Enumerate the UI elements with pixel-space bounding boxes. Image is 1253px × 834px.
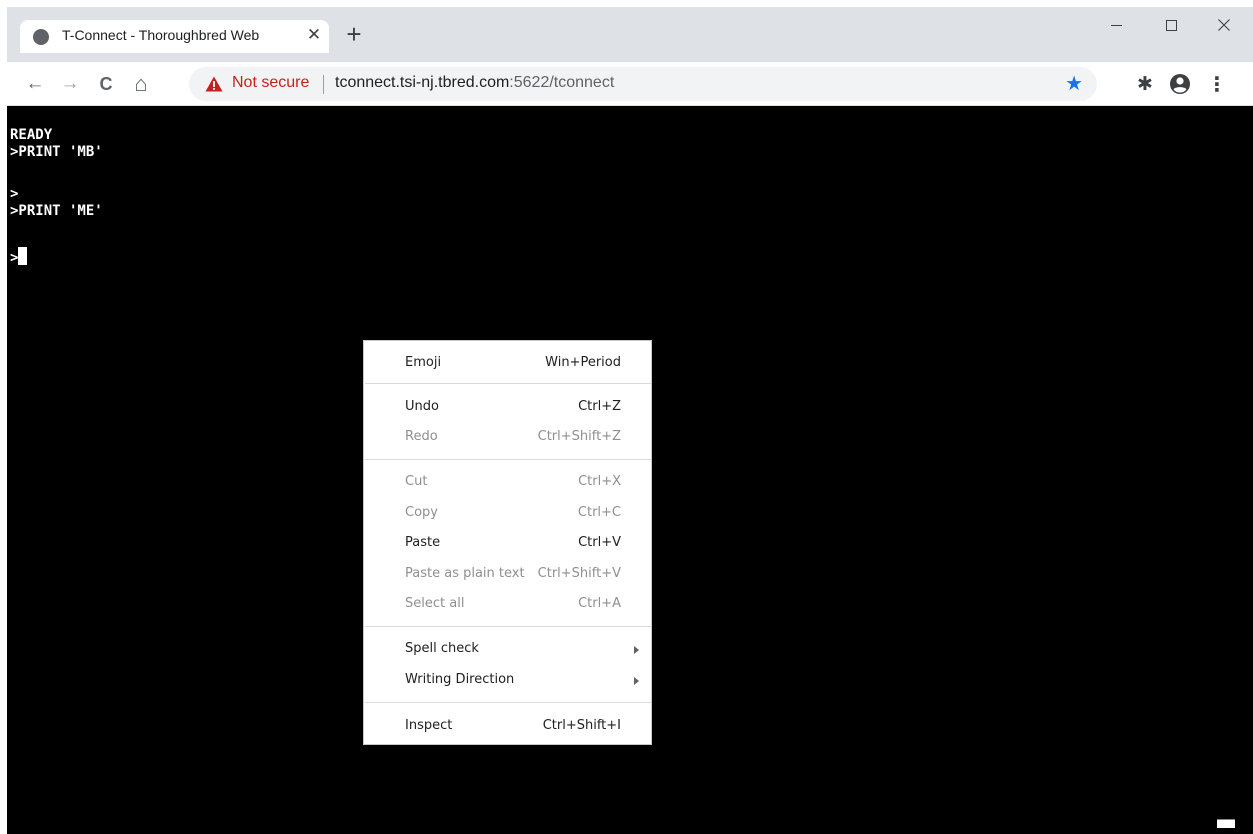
forward-button[interactable]: → [56, 70, 84, 98]
menu-item-shortcut: Ctrl+Shift+Z [537, 429, 621, 444]
new-tab-button[interactable]: + [340, 21, 368, 49]
browser-tab[interactable]: T-Connect - Thoroughbred Web ✕ [20, 20, 329, 53]
tab-strip: T-Connect - Thoroughbred Web ✕ + [7, 7, 1253, 62]
menu-item-label: Paste as plain text [405, 566, 525, 581]
url-path: :5622/tconnect [509, 74, 615, 91]
menu-item-shortcut: Ctrl+C [577, 505, 621, 520]
browser-toolbar: ← → C ⌂ Not secure tconnect.tsi-nj.tbred… [7, 62, 1253, 106]
maximize-button[interactable] [1148, 7, 1194, 43]
tab-close-icon[interactable]: ✕ [302, 23, 326, 47]
menu-item-shortcut: Ctrl+Shift+V [537, 566, 621, 581]
terminal-line: > [10, 186, 19, 202]
terminal-prompt-line: > [10, 247, 28, 266]
globe-icon [33, 29, 49, 45]
back-arrow-icon: ← [25, 73, 45, 94]
maximize-icon [1165, 19, 1177, 31]
url-host: tconnect.tsi-nj.tbred.com [335, 74, 510, 91]
profile-button[interactable] [1166, 70, 1194, 98]
menu-item-writing-direction[interactable]: Writing Direction [364, 665, 651, 695]
menu-separator [365, 626, 651, 627]
menu-item-copy[interactable]: Copy Ctrl+C [364, 498, 651, 528]
menu-item-shortcut: Ctrl+V [578, 535, 621, 550]
menu-item-label: Emoji [405, 355, 442, 370]
menu-separator [365, 383, 651, 384]
menu-item-shortcut: Win+Period [545, 355, 621, 370]
menu-item-shortcut: Ctrl+Z [578, 399, 621, 414]
url-text[interactable]: tconnect.tsi-nj.tbred.com:5622/tconnect [335, 74, 614, 92]
menu-item-paste[interactable]: Paste Ctrl+V [364, 528, 651, 558]
menu-item-redo[interactable]: Redo Ctrl+Shift+Z [364, 422, 651, 452]
keyboard-icon[interactable] [1217, 819, 1235, 828]
submenu-arrow-icon [634, 677, 639, 685]
menu-item-undo[interactable]: Undo Ctrl+Z [364, 392, 651, 422]
minimize-button[interactable] [1093, 7, 1139, 43]
submenu-arrow-icon [634, 646, 639, 654]
omnibox-separator [323, 75, 324, 94]
puzzle-piece-icon: ✱ [1137, 73, 1153, 95]
extensions-button[interactable]: ✱ [1131, 70, 1159, 98]
menu-item-label: Paste [405, 535, 441, 550]
menu-item-label: Redo [405, 429, 438, 444]
tab-title: T-Connect - Thoroughbred Web [62, 27, 260, 43]
account-circle-icon [1170, 74, 1190, 94]
menu-item-spell-check[interactable]: Spell check [364, 634, 651, 664]
kebab-menu-icon: ⋮ [1207, 73, 1227, 96]
menu-item-shortcut: Ctrl+X [578, 474, 621, 489]
home-icon: ⌂ [134, 71, 148, 96]
terminal-line: READY [10, 127, 53, 143]
terminal-prompt: > [10, 250, 19, 266]
reload-icon: C [99, 73, 113, 94]
close-icon [1218, 19, 1230, 31]
menu-item-label: Spell check [405, 641, 479, 656]
menu-item-shortcut: Ctrl+Shift+I [542, 718, 621, 733]
menu-item-inspect[interactable]: Inspect Ctrl+Shift+I [364, 711, 651, 741]
menu-item-paste-plain-text[interactable]: Paste as plain text Ctrl+Shift+V [364, 559, 651, 589]
forward-arrow-icon: → [60, 73, 80, 94]
text-cursor [18, 247, 28, 265]
reload-button[interactable]: C [92, 70, 120, 98]
terminal-line: >PRINT 'MB' [10, 144, 103, 160]
security-status-label[interactable]: Not secure [232, 74, 309, 92]
menu-item-label: Writing Direction [405, 672, 515, 687]
window-close-button[interactable] [1201, 7, 1247, 43]
address-bar[interactable]: Not secure tconnect.tsi-nj.tbred.com:562… [189, 67, 1097, 101]
menu-separator [365, 702, 651, 703]
menu-item-emoji[interactable]: Emoji Win+Period [364, 348, 651, 378]
back-button[interactable]: ← [21, 70, 49, 98]
menu-item-shortcut: Ctrl+A [578, 596, 621, 611]
menu-separator [365, 459, 651, 460]
minimize-icon [1110, 24, 1122, 26]
bookmark-star-icon[interactable]: ★ [1065, 71, 1083, 96]
home-button[interactable]: ⌂ [127, 70, 155, 98]
menu-item-label: Cut [405, 474, 428, 489]
context-menu: Emoji Win+Period Undo Ctrl+Z Redo Ctrl+S… [363, 340, 652, 745]
menu-item-label: Undo [405, 399, 439, 414]
menu-item-label: Select all [405, 596, 465, 611]
menu-item-cut[interactable]: Cut Ctrl+X [364, 467, 651, 497]
warning-triangle-icon [205, 76, 223, 92]
menu-item-label: Inspect [405, 718, 453, 733]
browser-menu-button[interactable]: ⋮ [1203, 70, 1231, 98]
menu-item-label: Copy [405, 505, 438, 520]
menu-item-select-all[interactable]: Select all Ctrl+A [364, 589, 651, 619]
terminal-line: >PRINT 'ME' [10, 203, 103, 219]
